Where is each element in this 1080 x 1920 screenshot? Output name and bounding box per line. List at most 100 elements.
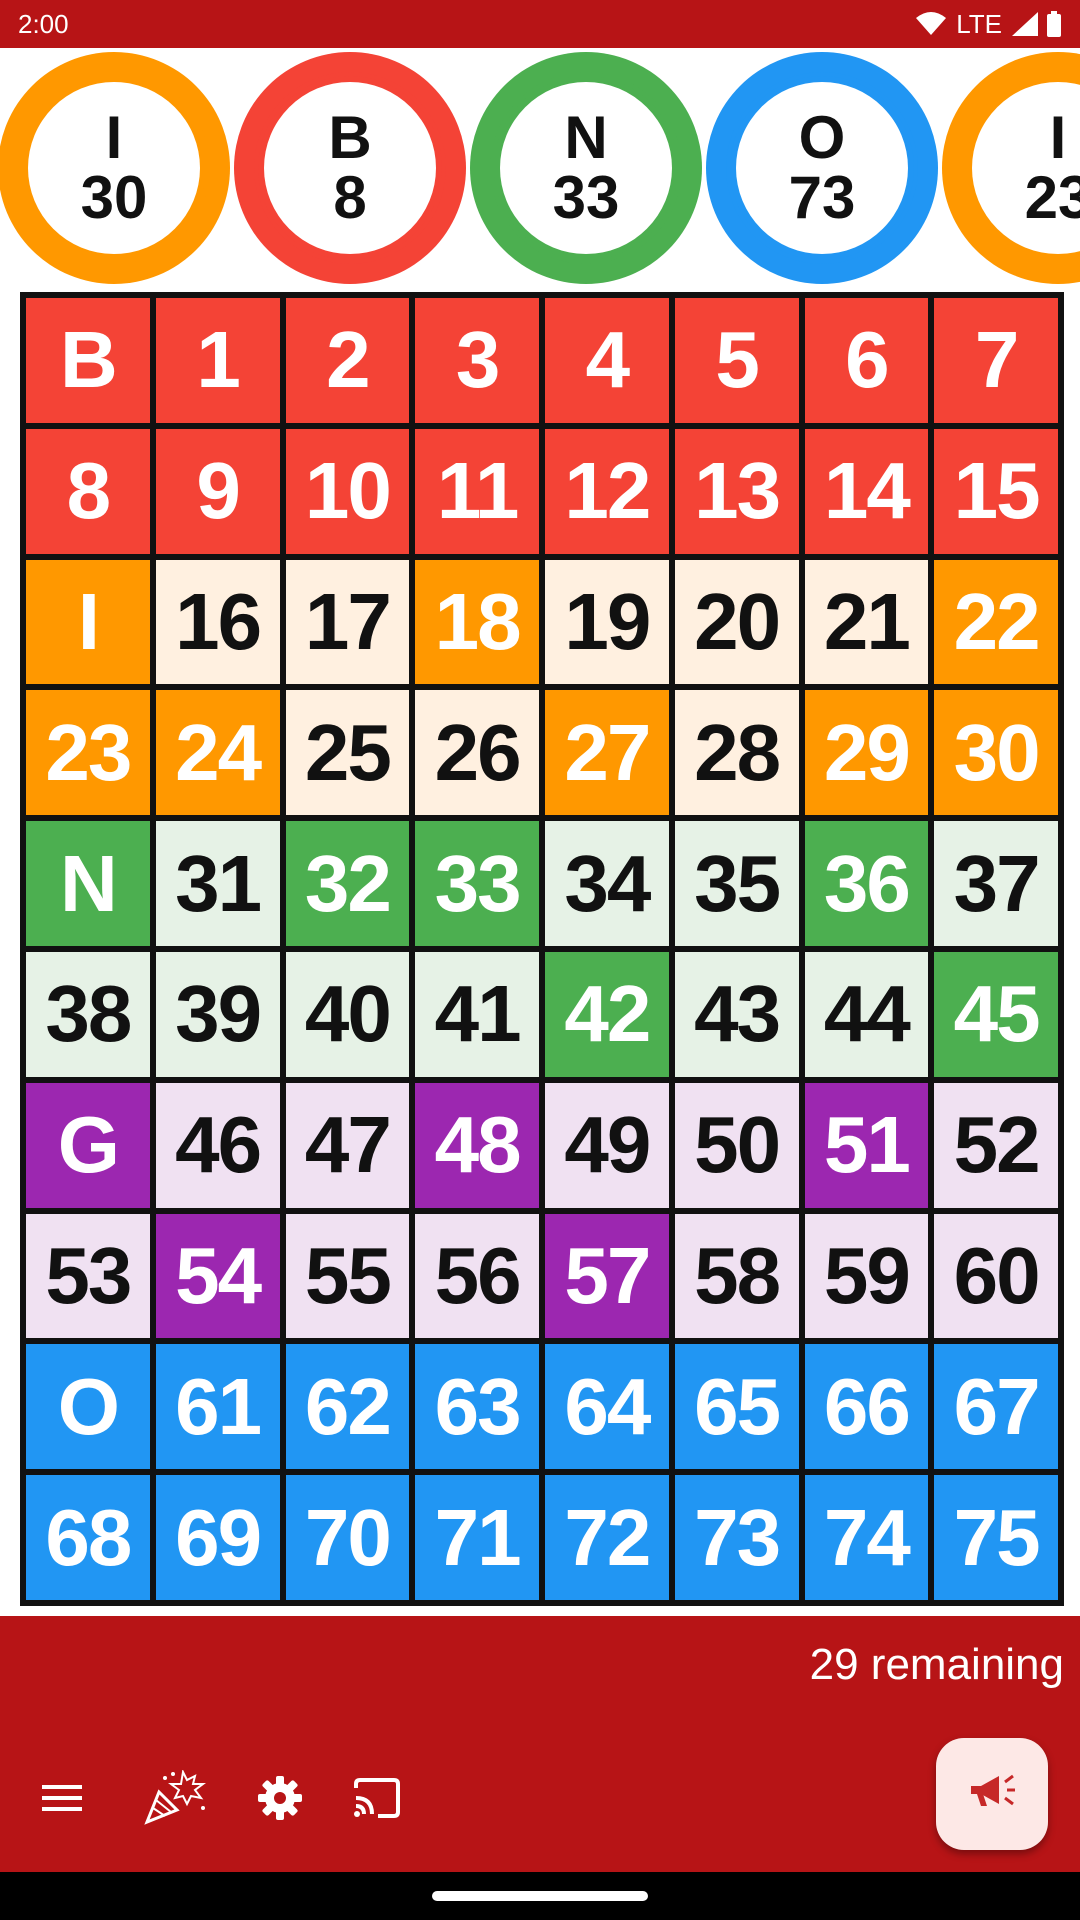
number-cell[interactable]: 38 [26, 952, 150, 1077]
number-cell[interactable]: 9 [155, 428, 280, 554]
ball-face: B8 [254, 72, 446, 264]
number-cell[interactable]: 31 [155, 821, 280, 946]
number-cell[interactable]: 60 [934, 1213, 1058, 1339]
number-cell[interactable]: 34 [545, 821, 669, 946]
number-cell[interactable]: 48 [415, 1082, 539, 1208]
remaining-count: 29 remaining [809, 1640, 1064, 1689]
number-cell[interactable]: 71 [415, 1475, 539, 1600]
number-cell[interactable]: 44 [804, 952, 929, 1077]
cast-icon[interactable] [344, 1766, 408, 1830]
number-cell[interactable]: 61 [155, 1344, 280, 1470]
number-cell[interactable]: 12 [545, 428, 669, 554]
number-cell[interactable]: 62 [285, 1344, 410, 1470]
number-cell[interactable]: 43 [674, 952, 799, 1077]
number-cell[interactable]: 30 [934, 690, 1058, 816]
number-cell[interactable]: 55 [285, 1213, 410, 1339]
number-cell[interactable]: 11 [415, 428, 539, 554]
number-cell[interactable]: 65 [674, 1344, 799, 1470]
called-ball: N 33 [470, 52, 702, 284]
number-cell[interactable]: 64 [545, 1344, 669, 1470]
number-cell[interactable]: 73 [674, 1475, 799, 1600]
number-cell[interactable]: 10 [285, 428, 410, 554]
ball-letter: N [564, 104, 608, 171]
number-cell[interactable]: 15 [934, 428, 1058, 554]
number-cell[interactable]: 57 [545, 1213, 669, 1339]
number-cell[interactable]: 75 [934, 1475, 1058, 1600]
party-popper-icon[interactable] [143, 1766, 207, 1830]
ball-number: 8 [333, 164, 367, 231]
number-cell[interactable]: 7 [934, 298, 1058, 423]
number-cell[interactable]: 63 [415, 1344, 539, 1470]
status-bar: 2:00 LTE [0, 0, 1080, 48]
number-cell[interactable]: 47 [285, 1082, 410, 1208]
number-cell[interactable]: 67 [934, 1344, 1058, 1470]
number-cell[interactable]: 59 [804, 1213, 929, 1339]
number-cell[interactable]: 68 [26, 1475, 150, 1600]
number-cell[interactable]: 18 [415, 559, 539, 685]
number-cell[interactable]: 72 [545, 1475, 669, 1600]
number-cell[interactable]: 21 [804, 559, 929, 685]
number-cell[interactable]: 51 [804, 1082, 929, 1208]
number-cell[interactable]: 23 [26, 690, 150, 816]
number-cell[interactable]: 28 [674, 690, 799, 816]
number-cell[interactable]: 33 [415, 821, 539, 946]
number-cell[interactable]: 27 [545, 690, 669, 816]
board-row-letter: B [26, 298, 150, 423]
number-cell[interactable]: 8 [26, 428, 150, 554]
home-gesture-handle[interactable] [432, 1891, 648, 1901]
number-cell[interactable]: 69 [155, 1475, 280, 1600]
number-cell[interactable]: 13 [674, 428, 799, 554]
number-cell[interactable]: 26 [415, 690, 539, 816]
bottom-panel: 29 remaining [0, 1616, 1080, 1872]
ball-face: O 73 [726, 72, 918, 264]
ball-number: 33 [552, 164, 620, 231]
board-row-letter: N [26, 821, 150, 946]
number-cell[interactable]: 6 [804, 298, 929, 423]
number-cell[interactable]: 50 [674, 1082, 799, 1208]
number-cell[interactable]: 49 [545, 1082, 669, 1208]
ball-letter: B [328, 104, 372, 171]
number-cell[interactable]: 42 [545, 952, 669, 1077]
number-cell[interactable]: 53 [26, 1213, 150, 1339]
menu-icon[interactable] [30, 1766, 94, 1830]
number-cell[interactable]: 5 [674, 298, 799, 423]
number-cell[interactable]: 24 [155, 690, 280, 816]
board-row-letter: O [26, 1344, 150, 1470]
number-cell[interactable]: 1 [155, 298, 280, 423]
number-cell[interactable]: 46 [155, 1082, 280, 1208]
number-cell[interactable]: 56 [415, 1213, 539, 1339]
number-cell[interactable]: 32 [285, 821, 410, 946]
number-cell[interactable]: 70 [285, 1475, 410, 1600]
bingo-board: B 1 2 3 4 5 6 7 8 9 10 11 12 13 14 15 I 16 17 18 19 20 21 22 23 2… [20, 292, 1064, 1606]
number-cell[interactable]: 14 [804, 428, 929, 554]
number-cell[interactable]: 16 [155, 559, 280, 685]
number-cell[interactable]: 29 [804, 690, 929, 816]
number-cell[interactable]: 25 [285, 690, 410, 816]
number-cell[interactable]: 54 [155, 1213, 280, 1339]
number-cell[interactable]: 45 [934, 952, 1058, 1077]
call-next-button[interactable] [936, 1738, 1048, 1850]
number-cell[interactable]: 39 [155, 952, 280, 1077]
ball-number: 23 [1024, 164, 1080, 231]
ball-letter: I [1049, 104, 1067, 171]
number-cell[interactable]: 41 [415, 952, 539, 1077]
number-cell[interactable]: 36 [804, 821, 929, 946]
called-balls-strip[interactable]: I 30 B 8 N 33 O 73 I 23 [0, 48, 1080, 288]
number-cell[interactable]: 4 [545, 298, 669, 423]
number-cell[interactable]: 3 [415, 298, 539, 423]
board-row-letter: G [26, 1082, 150, 1208]
number-cell[interactable]: 20 [674, 559, 799, 685]
number-cell[interactable]: 58 [674, 1213, 799, 1339]
number-cell[interactable]: 74 [804, 1475, 929, 1600]
number-cell[interactable]: 35 [674, 821, 799, 946]
number-cell[interactable]: 17 [285, 559, 410, 685]
number-cell[interactable]: 40 [285, 952, 410, 1077]
called-ball: B8 [234, 52, 466, 284]
number-cell[interactable]: 2 [285, 298, 410, 423]
number-cell[interactable]: 22 [934, 559, 1058, 685]
number-cell[interactable]: 19 [545, 559, 669, 685]
settings-icon[interactable] [248, 1766, 312, 1830]
number-cell[interactable]: 66 [804, 1344, 929, 1470]
number-cell[interactable]: 37 [934, 821, 1058, 946]
number-cell[interactable]: 52 [934, 1082, 1058, 1208]
